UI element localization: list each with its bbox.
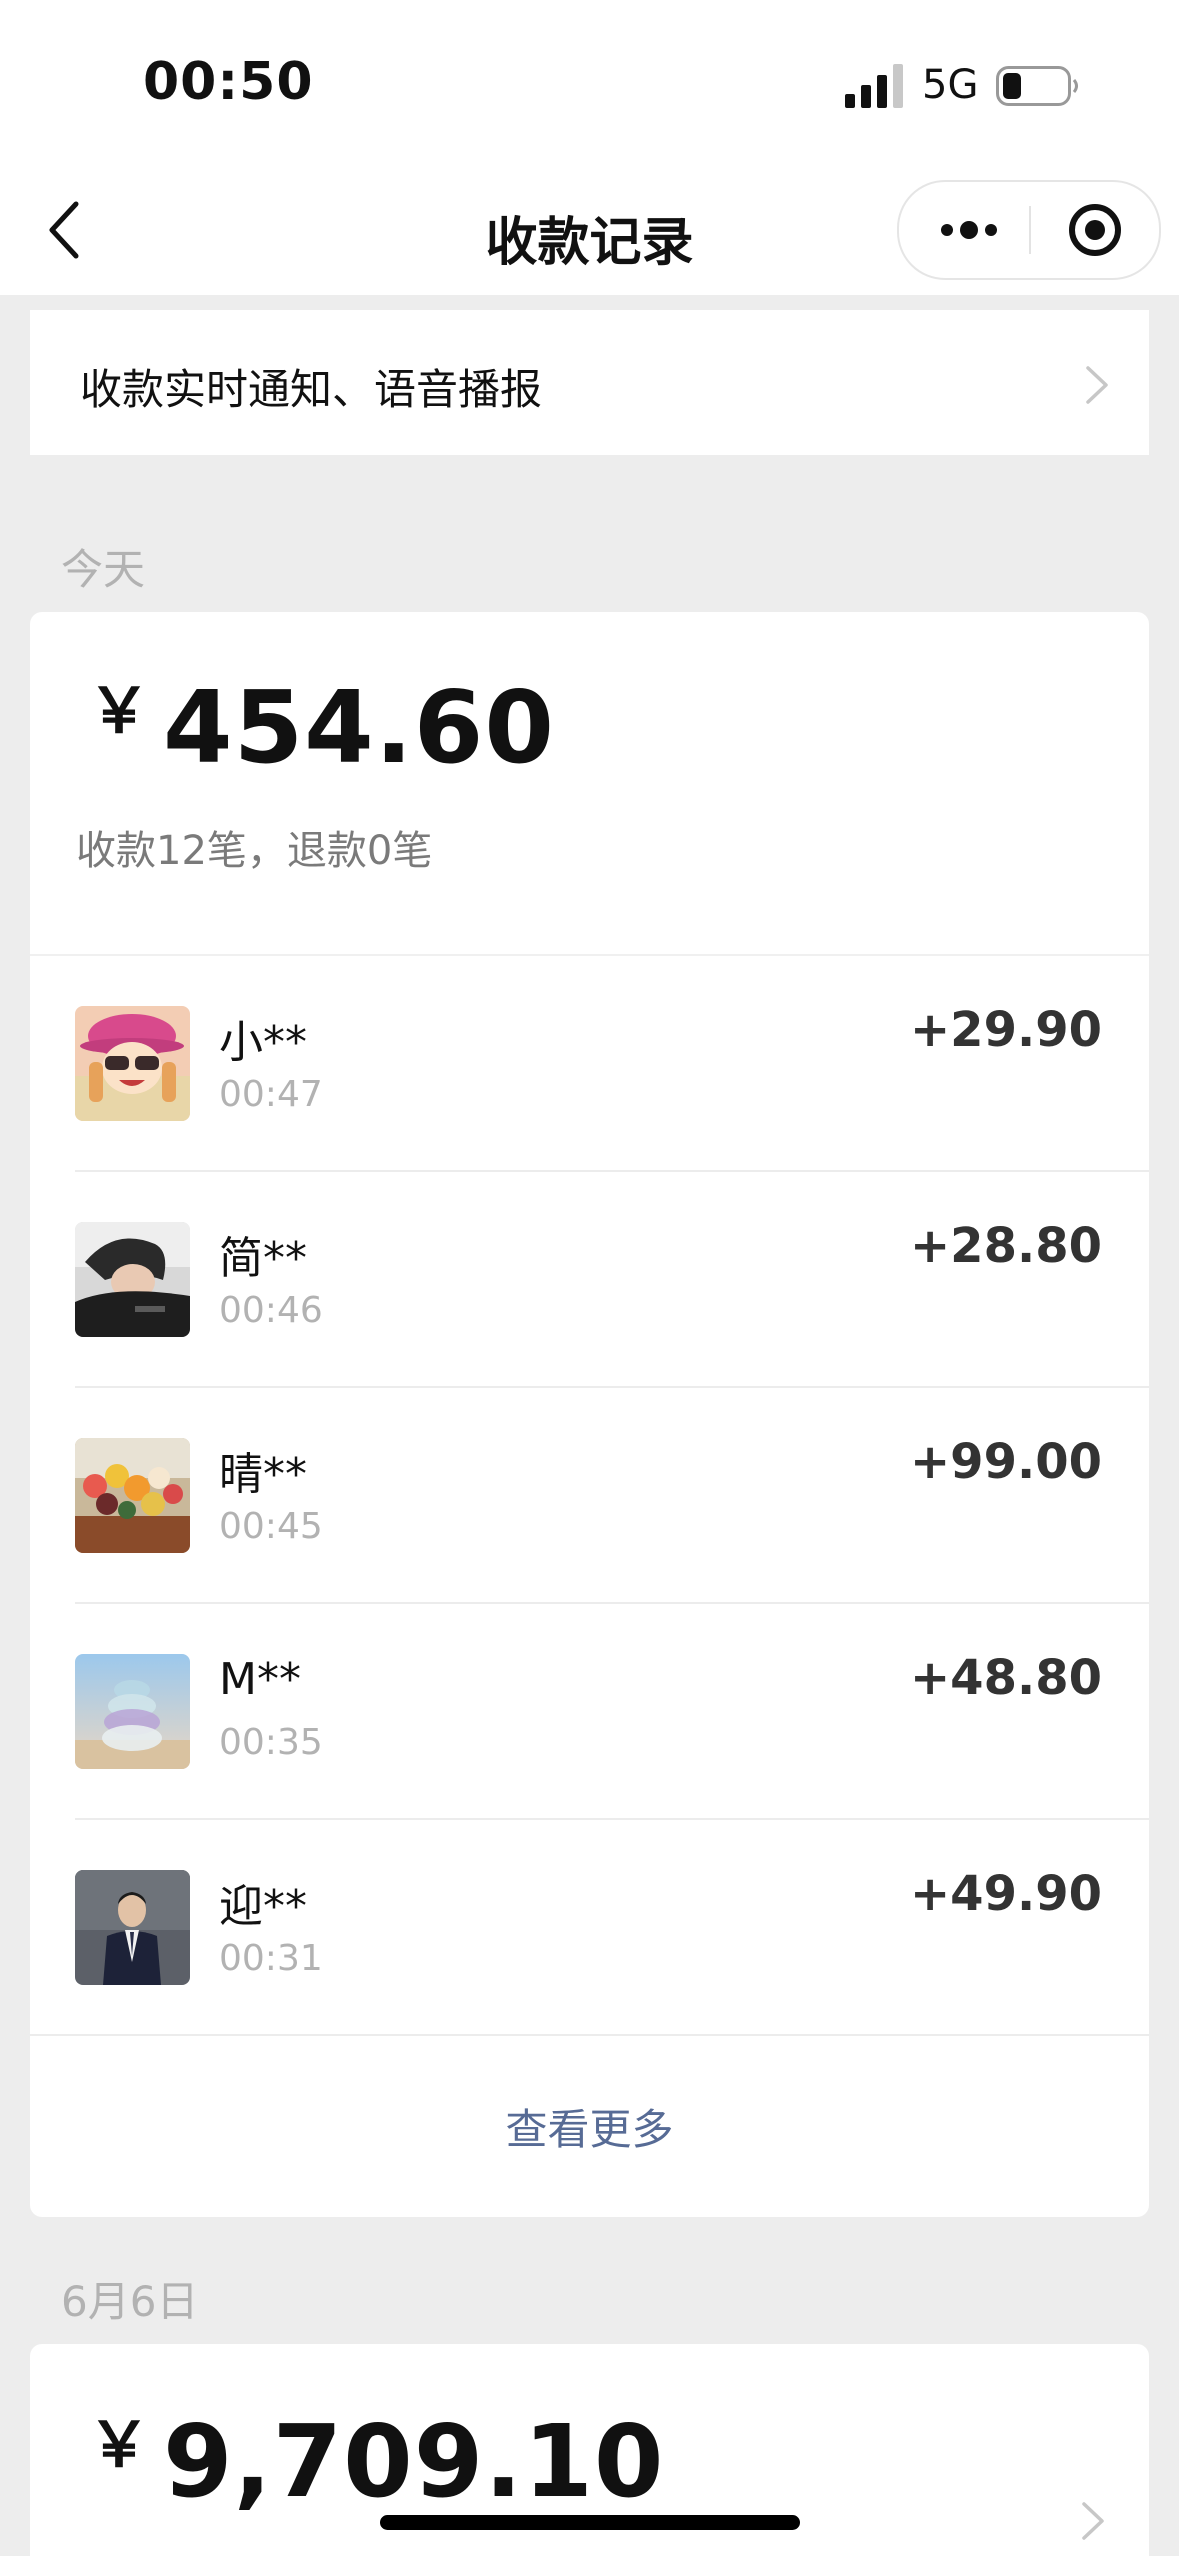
payer-name: 简**: [219, 1233, 307, 1284]
more-icon[interactable]: [939, 212, 999, 248]
avatar: [75, 1438, 190, 1553]
payment-time: 00:45: [219, 1506, 323, 1547]
payer-name: M**: [219, 1654, 301, 1705]
home-indicator: [380, 2515, 800, 2530]
status-bar: 00:50 5G: [0, 0, 1179, 170]
row-divider: [30, 2034, 1149, 2036]
payment-amount: +49.90: [909, 1866, 1102, 1922]
payer-name: 迎**: [219, 1881, 307, 1932]
payment-amount: +29.90: [909, 1002, 1102, 1058]
section-date-today: 今天: [61, 545, 146, 594]
avatar: [75, 1222, 190, 1337]
payment-amount: +48.80: [909, 1650, 1102, 1706]
list-item[interactable]: 迎** 00:31 +49.90: [30, 1820, 1149, 2036]
list-item[interactable]: M** 00:35 +48.80: [30, 1604, 1149, 1820]
payment-time: 00:46: [219, 1290, 323, 1331]
chevron-right-icon: [1082, 2502, 1104, 2540]
nav-bar: 收款记录: [0, 170, 1179, 295]
payment-time: 00:35: [219, 1722, 323, 1763]
network-type: 5G: [922, 62, 979, 108]
currency-symbol: ￥: [88, 2408, 152, 2481]
payer-name: 晴**: [219, 1449, 307, 1500]
miniprogram-capsule: [897, 180, 1161, 280]
page: 00:50 5G 收款记录 收款实时通知、语音播报 今天 ￥ 454.60 收款…: [0, 0, 1179, 2556]
avatar: [75, 1870, 190, 1985]
today-total-amount: ￥ 454.60: [88, 660, 555, 786]
today-summary-card: ￥ 454.60 收款12笔，退款0笔 小** 00:47 +29.90 简**…: [30, 612, 1149, 2217]
notify-settings-label: 收款实时通知、语音播报: [80, 365, 543, 414]
today-summary-text: 收款12笔，退款0笔: [76, 828, 433, 874]
avatar: [75, 1654, 190, 1769]
status-time: 00:50: [143, 52, 314, 112]
payment-amount: +28.80: [909, 1218, 1102, 1274]
chevron-right-icon: [1086, 366, 1108, 404]
prev-day-total-value: 9,709.10: [163, 2403, 665, 2520]
payment-time: 00:47: [219, 1074, 323, 1115]
list-item[interactable]: 小** 00:47 +29.90: [30, 956, 1149, 1172]
notify-settings-entry[interactable]: 收款实时通知、语音播报: [30, 310, 1149, 455]
prev-day-total-amount: ￥ 9,709.10: [88, 2394, 664, 2520]
battery-icon: [996, 66, 1078, 106]
today-total-value: 454.60: [163, 669, 555, 786]
signal-icon: [845, 64, 903, 108]
payer-name: 小**: [219, 1017, 307, 1068]
close-miniprogram-icon[interactable]: [1067, 202, 1123, 258]
payment-time: 00:31: [219, 1938, 323, 1979]
list-item[interactable]: 晴** 00:45 +99.00: [30, 1388, 1149, 1604]
list-item[interactable]: 简** 00:46 +28.80: [30, 1172, 1149, 1388]
payment-amount: +99.00: [909, 1434, 1102, 1490]
currency-symbol: ￥: [88, 674, 152, 747]
section-date-prev: 6月6日: [61, 2277, 199, 2326]
avatar: [75, 1006, 190, 1121]
view-more-link[interactable]: 查看更多: [30, 2096, 1149, 2157]
capsule-divider: [1029, 206, 1031, 254]
